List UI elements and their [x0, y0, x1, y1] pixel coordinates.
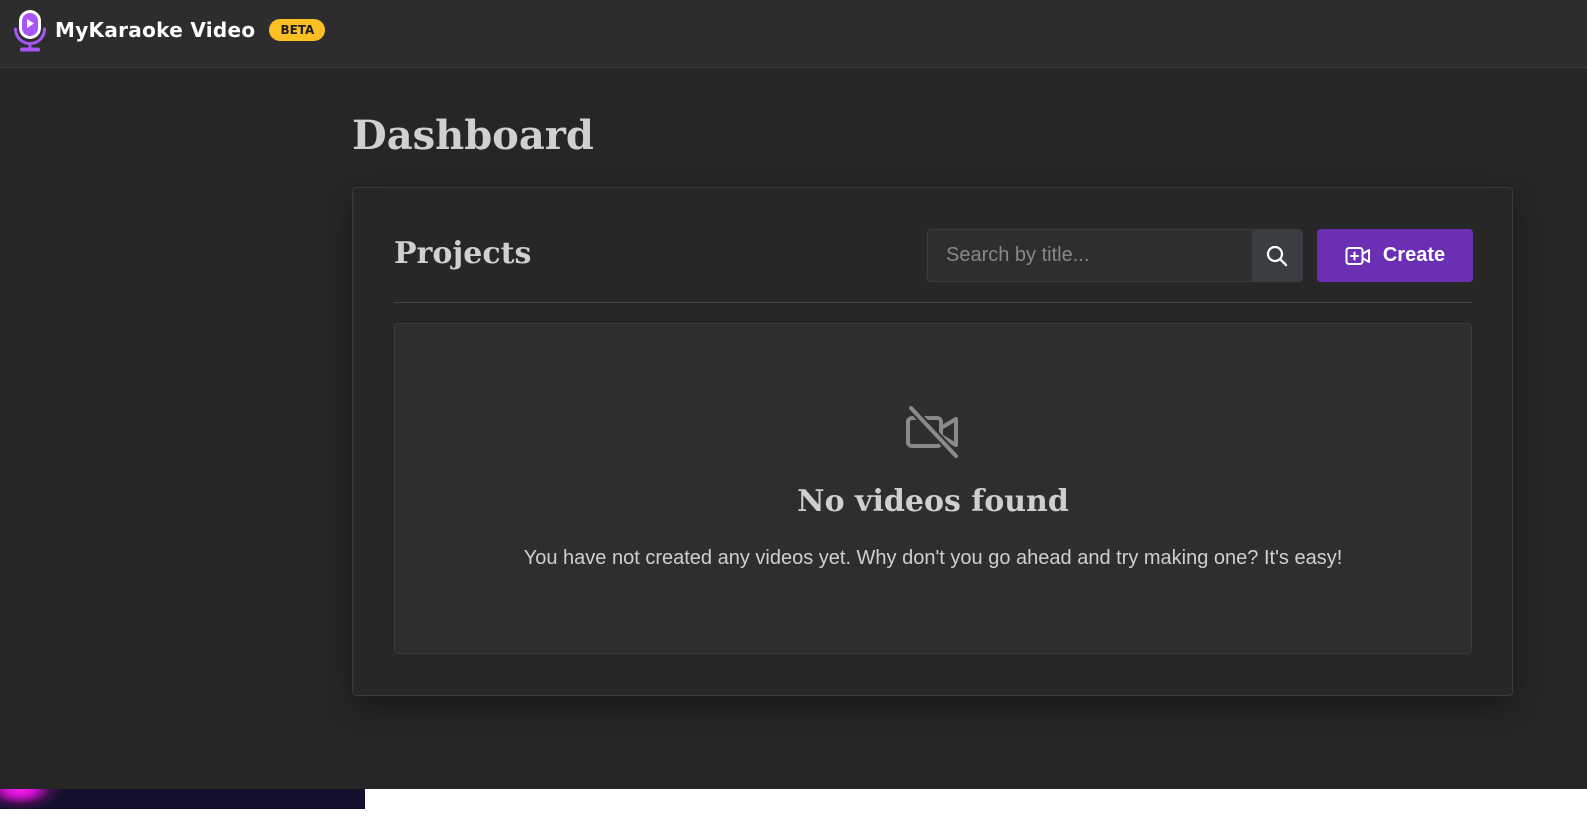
app-name: MyKaraoke Video: [55, 18, 256, 42]
video-plus-icon: [1345, 246, 1370, 265]
empty-state: No videos found You have not created any…: [394, 323, 1472, 654]
create-button[interactable]: Create: [1317, 229, 1473, 282]
search-button[interactable]: [1252, 230, 1302, 281]
microphone-icon: [14, 10, 46, 52]
bottom-glow-decoration: [0, 789, 365, 809]
video-off-icon: [906, 405, 959, 459]
projects-title: Projects: [394, 236, 532, 271]
create-button-label: Create: [1382, 244, 1446, 266]
page-title: Dashboard: [352, 112, 594, 159]
empty-state-message: You have not created any videos yet. Why…: [523, 547, 1343, 569]
top-navbar: MyKaraoke Video BETA: [0, 0, 1587, 68]
projects-card: Projects Create No videos found You have…: [352, 187, 1513, 696]
beta-badge: BETA: [269, 19, 326, 41]
divider: [394, 302, 1472, 303]
empty-state-title: No videos found: [797, 484, 1069, 519]
search-group: [927, 229, 1303, 282]
search-input[interactable]: [928, 230, 1252, 281]
search-icon: [1266, 245, 1288, 266]
brand-link[interactable]: MyKaraoke Video BETA: [13, 8, 326, 52]
